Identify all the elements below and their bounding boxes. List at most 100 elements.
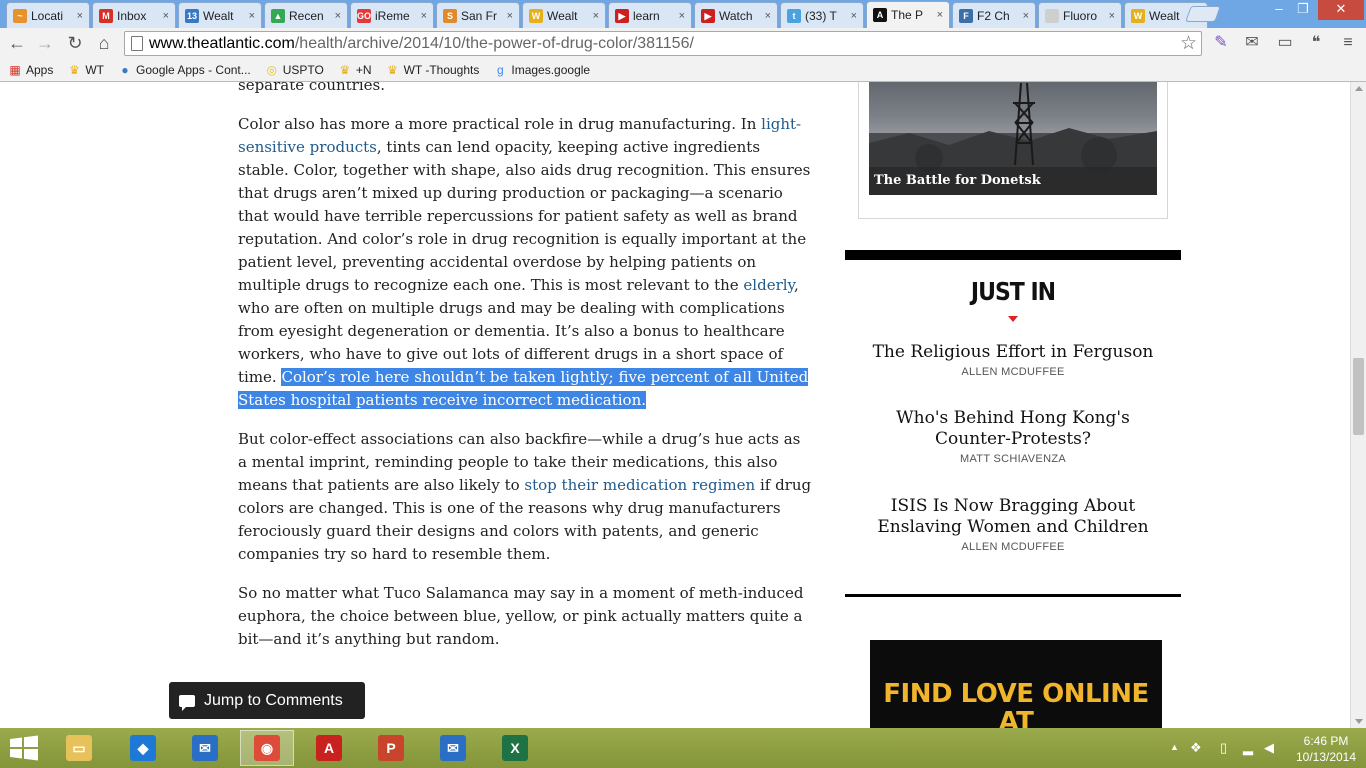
chrome-icon: ◉	[254, 735, 280, 761]
tab-close-icon[interactable]: ×	[593, 10, 599, 22]
windows-start-icon[interactable]	[8, 734, 40, 762]
bookmark-item[interactable]: ● Google Apps - Cont...	[118, 62, 251, 77]
browser-tab[interactable]: ~ Locati ×	[6, 2, 90, 28]
bookmark-label: Google Apps - Cont...	[136, 62, 251, 77]
tab-close-icon[interactable]: ×	[163, 10, 169, 22]
tab-close-icon[interactable]: ×	[937, 9, 943, 21]
link-stop-medication-regimen[interactable]: stop their medication regimen	[524, 476, 755, 494]
selected-text: Color’s role here shouldn’t be taken lig…	[238, 368, 809, 409]
tab-close-icon[interactable]: ×	[507, 10, 513, 22]
bookmark-item[interactable]: ♛ +N	[338, 62, 372, 77]
browser-tab[interactable]: F F2 Ch ×	[952, 2, 1036, 28]
story-title[interactable]: ISIS Is Now Bragging About Enslaving Wom…	[865, 496, 1161, 538]
tab-favicon-icon: S	[443, 8, 457, 23]
bookmark-star-icon[interactable]: ☆	[1180, 32, 1197, 55]
restore-button[interactable]: ❐	[1288, 0, 1318, 20]
tab-favicon-icon: F	[959, 8, 973, 23]
url-text[interactable]: www.theatlantic.com/health/archive/2014/…	[149, 35, 694, 53]
powerpoint-icon: P	[378, 735, 404, 761]
bookmark-item[interactable]: ♛ WT -Thoughts	[386, 62, 480, 77]
photo-gallery-card[interactable]: The Battle for Donetsk	[858, 82, 1168, 219]
new-tab-button[interactable]	[1185, 6, 1221, 22]
reload-icon[interactable]: ↻	[64, 32, 86, 54]
tab-favicon-icon: GO	[357, 8, 372, 23]
tab-close-icon[interactable]: ×	[679, 10, 685, 22]
network-icon[interactable]: ▂	[1243, 740, 1253, 756]
system-clock[interactable]: 6:46 PM 10/13/2014	[1290, 733, 1362, 765]
tab-close-icon[interactable]: ×	[249, 10, 255, 22]
bookmark-label: WT -Thoughts	[403, 62, 480, 77]
p1-text-2: , tints can lend opacity, keeping active…	[238, 138, 811, 294]
tab-favicon-icon	[1045, 8, 1059, 23]
just-in-story-3[interactable]: ISIS Is Now Bragging About Enslaving Wom…	[865, 496, 1161, 553]
menu-icon[interactable]: ≡	[1338, 33, 1358, 53]
browser-tab[interactable]: S San Fr ×	[436, 2, 520, 28]
scroll-down-arrow-icon[interactable]	[1355, 719, 1363, 724]
tab-close-icon[interactable]: ×	[1023, 10, 1029, 22]
browser-tab[interactable]: W Wealt ×	[522, 2, 606, 28]
hangouts-icon[interactable]: ❝	[1306, 33, 1326, 53]
dropbox-tray-icon[interactable]: ❖	[1190, 740, 1202, 756]
gallery-caption[interactable]: The Battle for Donetsk	[869, 167, 1157, 195]
just-in-story-1[interactable]: The Religious Effort in Ferguson ALLEN M…	[865, 342, 1161, 378]
taskbar-app-chrome[interactable]: ◉	[240, 730, 294, 766]
page-scrollbar[interactable]	[1350, 82, 1366, 728]
browser-tab[interactable]: t (33) T ×	[780, 2, 864, 28]
browser-tab[interactable]: ▶ learn ×	[608, 2, 692, 28]
feather-icon[interactable]: ✎	[1211, 33, 1231, 53]
taskbar-app-excel[interactable]: X	[488, 730, 542, 766]
tab-close-icon[interactable]: ×	[335, 10, 341, 22]
forward-arrow-icon[interactable]: →	[34, 32, 56, 54]
story-title[interactable]: Who's Behind Hong Kong's Counter-Protest…	[865, 408, 1161, 450]
taskbar-app-file-explorer[interactable]: ▭	[52, 730, 106, 766]
bookmark-item[interactable]: ◎ USPTO	[265, 63, 324, 77]
tab-close-icon[interactable]: ×	[851, 10, 857, 22]
taskbar-app-acrobat[interactable]: A	[302, 730, 356, 766]
bookmark-label: +N	[355, 62, 372, 77]
url-host: www.theatlantic.com	[149, 34, 295, 52]
jump-to-comments-button[interactable]: Jump to Comments	[169, 682, 365, 719]
scroll-thumb[interactable]	[1353, 358, 1364, 435]
home-icon[interactable]: ⌂	[93, 32, 115, 54]
bookmark-item[interactable]: ▦ Apps	[8, 63, 53, 77]
taskbar-app-mail[interactable]: ✉	[426, 730, 480, 766]
apps-grid-icon: ▦	[9, 62, 21, 77]
tab-close-icon[interactable]: ×	[1109, 10, 1115, 22]
browser-tab[interactable]: ▶ Watch ×	[694, 2, 778, 28]
story-title[interactable]: The Religious Effort in Ferguson	[865, 342, 1161, 363]
taskbar-app-outlook-express[interactable]: ✉	[178, 730, 232, 766]
story-author: ALLEN MCDUFFEE	[961, 366, 1065, 378]
tab-close-icon[interactable]: ×	[421, 10, 427, 22]
browser-tab[interactable]: 13 Wealt ×	[178, 2, 262, 28]
just-in-story-2[interactable]: Who's Behind Hong Kong's Counter-Protest…	[865, 408, 1161, 465]
close-window-button[interactable]: ✕	[1318, 0, 1364, 20]
article-body: separate countries. Color also has more …	[238, 82, 813, 667]
tray-overflow-icon[interactable]: ▲	[1170, 742, 1179, 752]
browser-tab[interactable]: A The P ×	[866, 1, 950, 28]
clock-date: 10/13/2014	[1295, 750, 1357, 764]
volume-icon[interactable]: ◀	[1264, 740, 1274, 756]
bookmark-item[interactable]: g Images.google	[493, 63, 590, 77]
taskbar-app-dropbox[interactable]: ◆	[116, 730, 170, 766]
page-icon	[131, 36, 143, 51]
mail-icon[interactable]: ✉	[1242, 33, 1262, 53]
cast-icon[interactable]: ▭	[1275, 33, 1295, 53]
scroll-up-arrow-icon[interactable]	[1355, 86, 1363, 91]
battery-icon[interactable]: ▯	[1220, 740, 1227, 756]
link-elderly[interactable]: elderly	[743, 276, 794, 294]
browser-tab[interactable]: GO iReme ×	[350, 2, 434, 28]
advertisement[interactable]: FIND LOVE ONLINE AT	[870, 640, 1162, 728]
bookmark-item[interactable]: ♛ WT	[67, 63, 104, 77]
wt-crown-icon: ♛	[387, 62, 398, 77]
tab-close-icon[interactable]: ×	[765, 10, 771, 22]
p1-text-1: Color also has more a more practical rol…	[238, 115, 762, 133]
address-bar[interactable]: www.theatlantic.com/health/archive/2014/…	[124, 31, 1202, 56]
browser-tab[interactable]: ▲ Recen ×	[264, 2, 348, 28]
browser-tab[interactable]: M Inbox ×	[92, 2, 176, 28]
browser-tab[interactable]: Fluoro ×	[1038, 2, 1122, 28]
story-author: MATT SCHIAVENZA	[960, 453, 1066, 465]
taskbar-app-powerpoint[interactable]: P	[364, 730, 418, 766]
ad-headline: FIND LOVE ONLINE AT	[883, 679, 1149, 728]
tab-close-icon[interactable]: ×	[77, 10, 83, 22]
back-arrow-icon[interactable]: ←	[6, 32, 28, 54]
